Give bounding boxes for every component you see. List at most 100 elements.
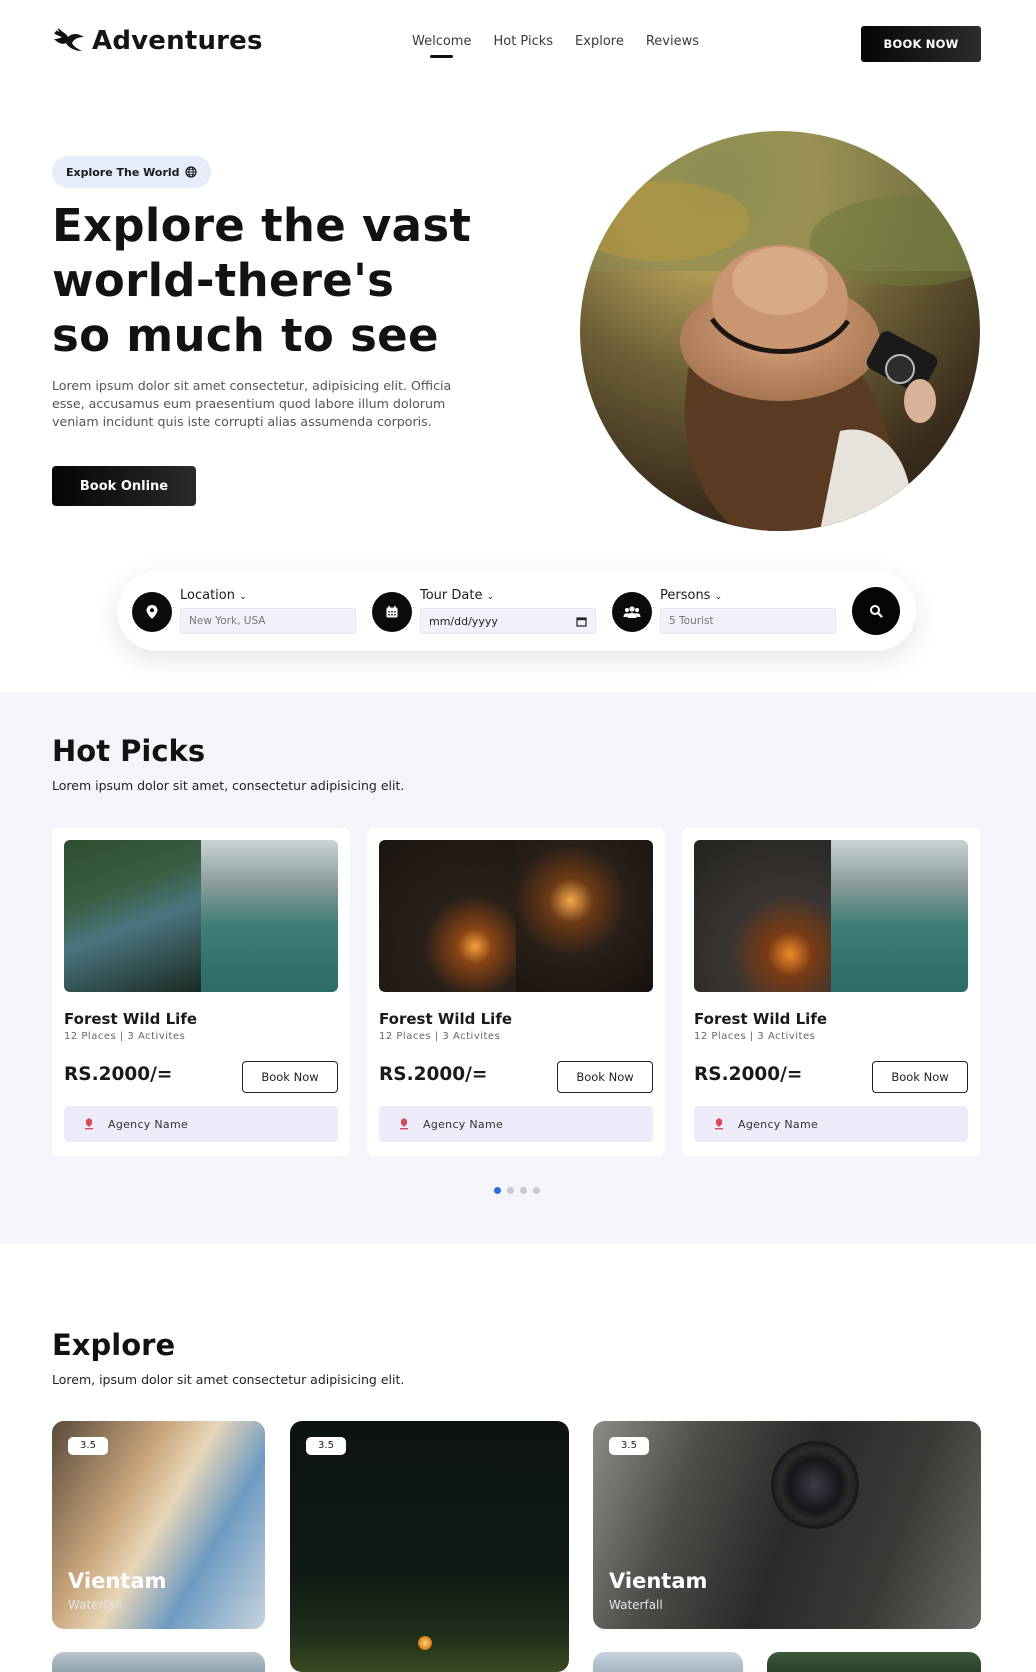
tour-card-title: Forest Wild Life bbox=[694, 1010, 828, 1028]
persons-input[interactable] bbox=[660, 608, 836, 634]
rating-badge: 3.5 bbox=[609, 1437, 649, 1455]
tour-card-image bbox=[64, 840, 338, 992]
tour-card: Forest Wild Life 12 Places | 3 Activites… bbox=[367, 828, 665, 1156]
brand-name: Adventures bbox=[92, 26, 263, 56]
tour-card-agency[interactable]: Agency Name bbox=[64, 1106, 338, 1142]
book-now-header-button[interactable]: BOOK NOW bbox=[861, 26, 981, 62]
chevron-down-icon: ⌄ bbox=[714, 592, 723, 602]
tour-date-input[interactable]: mm/dd/yyyy bbox=[420, 608, 596, 634]
globe-icon bbox=[184, 166, 197, 178]
location-label-text: Location bbox=[180, 588, 235, 603]
tour-card-title: Forest Wild Life bbox=[379, 1010, 513, 1028]
hero-heading-line: Explore the vast bbox=[52, 199, 472, 252]
agency-name: Agency Name bbox=[423, 1117, 504, 1131]
slider-dot[interactable] bbox=[533, 1187, 540, 1194]
tour-card-agency[interactable]: Agency Name bbox=[379, 1106, 653, 1142]
tour-card-agency[interactable]: Agency Name bbox=[694, 1106, 968, 1142]
camera-lens bbox=[771, 1441, 859, 1529]
explore-card[interactable]: 3.5 Vientam Waterfall bbox=[52, 1421, 265, 1629]
campfire-photo bbox=[379, 840, 516, 992]
tour-search-bar: Location ⌄ Tour Date ⌄ mm/dd/yyyy Person… bbox=[117, 571, 916, 651]
persons-label-text: Persons bbox=[660, 588, 711, 603]
brand-logo[interactable]: Adventures bbox=[52, 26, 263, 56]
lake-boat-photo bbox=[201, 840, 338, 992]
nav-welcome[interactable]: Welcome bbox=[412, 34, 471, 58]
hot-picks-subtitle: Lorem ipsum dolor sit amet, consectetur … bbox=[52, 778, 405, 793]
tour-card-title: Forest Wild Life bbox=[64, 1010, 198, 1028]
explore-card-subtitle: Waterfall bbox=[68, 1598, 122, 1612]
book-online-button[interactable]: Book Online bbox=[52, 466, 196, 506]
agency-logo-icon bbox=[400, 1118, 408, 1130]
badge-label: Explore The World bbox=[66, 165, 180, 179]
tour-card-book-button[interactable]: Book Now bbox=[872, 1061, 968, 1093]
location-input[interactable] bbox=[180, 608, 356, 634]
explore-card[interactable]: 3.5 bbox=[290, 1421, 569, 1672]
hot-picks-section: Hot Picks Lorem ipsum dolor sit amet, co… bbox=[0, 692, 1036, 1244]
tour-card-image bbox=[694, 840, 968, 992]
tour-card-price: RS.2000/= bbox=[379, 1064, 488, 1085]
agency-logo-icon bbox=[85, 1118, 93, 1130]
hot-picks-title: Hot Picks bbox=[52, 734, 206, 768]
hero-traveler-photo bbox=[580, 131, 980, 531]
tour-card-price: RS.2000/= bbox=[694, 1064, 803, 1085]
persons-label[interactable]: Persons ⌄ bbox=[660, 588, 722, 603]
campfire-mugs-photo bbox=[516, 840, 653, 992]
explore-card[interactable] bbox=[52, 1652, 265, 1672]
tour-card-book-button[interactable]: Book Now bbox=[242, 1061, 338, 1093]
explore-card[interactable] bbox=[767, 1652, 981, 1672]
lake-boat-photo bbox=[831, 840, 968, 992]
explore-card[interactable]: 3.5 Vientam Waterfall bbox=[593, 1421, 981, 1629]
nav-hot-picks[interactable]: Hot Picks bbox=[493, 34, 553, 49]
main-nav: Welcome Hot Picks Explore Reviews bbox=[412, 34, 699, 58]
campers-photo bbox=[694, 840, 831, 992]
hero-heading-line: so much to see bbox=[52, 309, 439, 362]
tour-card-image bbox=[379, 840, 653, 992]
tour-card-meta: 12 Places | 3 Activites bbox=[694, 1031, 816, 1042]
traveler-illustration bbox=[580, 131, 980, 531]
search-icon bbox=[870, 605, 883, 618]
nav-reviews[interactable]: Reviews bbox=[646, 34, 699, 49]
tour-card-meta: 12 Places | 3 Activites bbox=[64, 1031, 186, 1042]
users-icon bbox=[612, 592, 652, 632]
persons-field-group: Persons ⌄ bbox=[597, 571, 837, 651]
explore-world-badge: Explore The World bbox=[52, 156, 211, 188]
search-button[interactable] bbox=[852, 587, 900, 635]
tour-date-field-group: Tour Date ⌄ mm/dd/yyyy bbox=[357, 571, 597, 651]
slider-dot[interactable] bbox=[520, 1187, 527, 1194]
agency-name: Agency Name bbox=[738, 1117, 819, 1131]
calendar-picker-icon[interactable] bbox=[576, 616, 587, 627]
tour-date-label[interactable]: Tour Date ⌄ bbox=[420, 588, 494, 603]
tour-card-meta: 12 Places | 3 Activites bbox=[379, 1031, 501, 1042]
tour-card-price: RS.2000/= bbox=[64, 1064, 173, 1085]
explore-card-title: Vientam bbox=[609, 1569, 708, 1593]
tour-card-book-button[interactable]: Book Now bbox=[557, 1061, 653, 1093]
tour-card: Forest Wild Life 12 Places | 3 Activites… bbox=[682, 828, 980, 1156]
hero-heading-line: world-there's bbox=[52, 254, 395, 307]
hero-description: Lorem ipsum dolor sit amet consectetur, … bbox=[52, 378, 452, 429]
explore-title: Explore bbox=[52, 1328, 176, 1362]
explore-card-subtitle: Waterfall bbox=[609, 1598, 663, 1612]
calendar-icon bbox=[372, 592, 412, 632]
slider-dot[interactable] bbox=[494, 1187, 501, 1194]
rating-badge: 3.5 bbox=[68, 1437, 108, 1455]
slider-dot[interactable] bbox=[507, 1187, 514, 1194]
agency-name: Agency Name bbox=[108, 1117, 189, 1131]
explore-card[interactable] bbox=[593, 1652, 743, 1672]
tour-card: Forest Wild Life 12 Places | 3 Activites… bbox=[52, 828, 350, 1156]
explore-card-title: Vientam bbox=[68, 1569, 167, 1593]
site-header: Adventures Welcome Hot Picks Explore Rev… bbox=[0, 0, 1036, 88]
location-label[interactable]: Location ⌄ bbox=[180, 588, 247, 603]
bird-logo-icon bbox=[54, 28, 84, 51]
tour-date-label-text: Tour Date bbox=[420, 588, 483, 603]
train-photo bbox=[64, 840, 201, 992]
nav-explore[interactable]: Explore bbox=[575, 34, 624, 49]
tour-date-value: mm/dd/yyyy bbox=[429, 614, 498, 628]
chevron-down-icon: ⌄ bbox=[486, 592, 495, 602]
hero-heading: Explore the vast world-there's so much t… bbox=[52, 198, 512, 363]
slider-pagination bbox=[494, 1187, 540, 1194]
location-field-group: Location ⌄ bbox=[117, 571, 357, 651]
explore-subtitle: Lorem, ipsum dolor sit amet consectetur … bbox=[52, 1372, 405, 1387]
agency-logo-icon bbox=[715, 1118, 723, 1130]
torch-glow bbox=[418, 1636, 432, 1650]
chevron-down-icon: ⌄ bbox=[239, 592, 247, 602]
